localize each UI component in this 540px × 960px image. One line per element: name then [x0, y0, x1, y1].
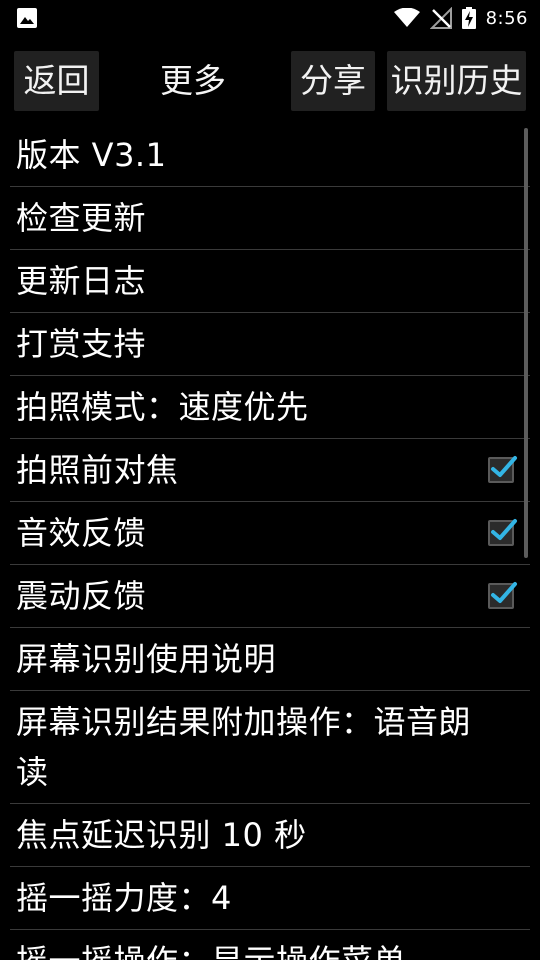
header: 返回 更多 分享 识别历史: [0, 36, 540, 124]
menu-item-label: 焦点延迟识别 10 秒: [16, 816, 307, 854]
settings-list[interactable]: 版本 V3.1 检查更新 更新日志 打赏支持 拍照模式：速度优先 拍照前对焦 音…: [0, 124, 540, 960]
status-bar: 8:56: [0, 0, 540, 36]
menu-item-sound-feedback[interactable]: 音效反馈: [10, 502, 530, 565]
menu-item-label: 拍照前对焦: [16, 451, 179, 489]
menu-item-version[interactable]: 版本 V3.1: [10, 124, 530, 187]
checkmark-icon: [491, 519, 517, 540]
menu-item-changelog[interactable]: 更新日志: [10, 250, 530, 313]
scrollbar[interactable]: [524, 128, 528, 558]
menu-item-donate[interactable]: 打赏支持: [10, 313, 530, 376]
focus-before-photo-checkbox[interactable]: [488, 456, 517, 483]
menu-item-label: 震动反馈: [16, 577, 147, 615]
menu-item-label: 检查更新: [16, 199, 147, 237]
menu-item-shake-action[interactable]: 摇一摇操作：显示操作菜单: [10, 930, 530, 960]
menu-item-label: 摇一摇力度：4: [16, 879, 232, 917]
menu-item-label: 屏幕识别使用说明: [16, 640, 277, 678]
checkmark-icon: [491, 582, 517, 603]
share-button[interactable]: 分享: [291, 51, 375, 111]
image-notification-icon: [16, 7, 38, 29]
wifi-icon: [393, 8, 420, 28]
menu-item-check-update[interactable]: 检查更新: [10, 187, 530, 250]
sound-feedback-checkbox[interactable]: [488, 519, 517, 546]
battery-charging-icon: [461, 7, 476, 29]
menu-item-focus-before-photo[interactable]: 拍照前对焦: [10, 439, 530, 502]
menu-item-label: 打赏支持: [16, 325, 147, 363]
clock: 8:56: [485, 7, 528, 29]
checkmark-icon: [491, 456, 517, 477]
menu-item-screen-recognition-help[interactable]: 屏幕识别使用说明: [10, 628, 530, 691]
menu-item-label: 摇一摇操作：显示操作菜单: [16, 936, 406, 960]
menu-item-vibration-feedback[interactable]: 震动反馈: [10, 565, 530, 628]
menu-item-shake-strength[interactable]: 摇一摇力度：4: [10, 867, 530, 930]
menu-item-label: 屏幕识别结果附加操作：语音朗读: [16, 703, 472, 791]
menu-item-label: 音效反馈: [16, 514, 147, 552]
vibration-feedback-checkbox[interactable]: [488, 582, 517, 609]
menu-item-focus-delay[interactable]: 焦点延迟识别 10 秒: [10, 804, 530, 867]
no-signal-icon: [429, 7, 452, 29]
back-button[interactable]: 返回: [14, 51, 99, 111]
menu-item-photo-mode[interactable]: 拍照模式：速度优先: [10, 376, 530, 439]
menu-item-screen-recognition-action[interactable]: 屏幕识别结果附加操作：语音朗读: [10, 691, 530, 804]
menu-item-label: 版本 V3.1: [16, 136, 167, 174]
menu-item-label: 拍照模式：速度优先: [16, 388, 309, 426]
menu-item-label: 更新日志: [16, 262, 147, 300]
page-title: 更多: [160, 61, 226, 100]
history-button[interactable]: 识别历史: [387, 51, 526, 111]
